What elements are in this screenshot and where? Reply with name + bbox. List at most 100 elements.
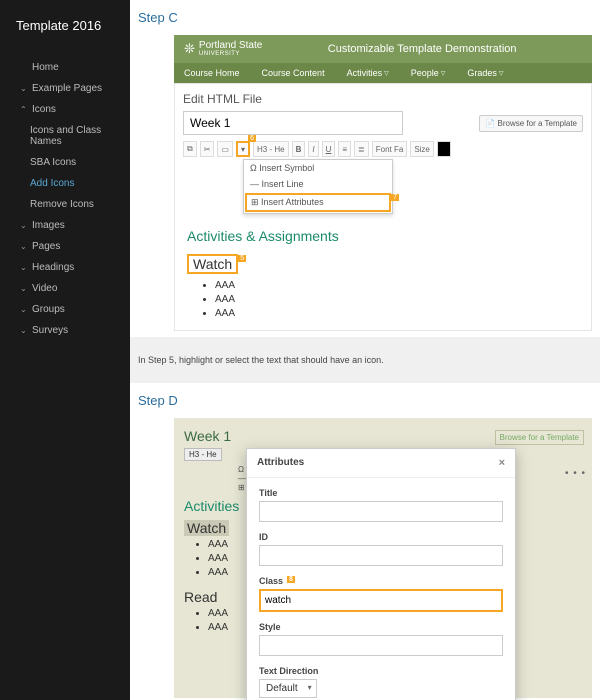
- bold-button[interactable]: B: [292, 141, 306, 157]
- callout-7: 7: [391, 194, 399, 201]
- dd-insert-symbol[interactable]: Ω Insert Symbol: [244, 160, 392, 176]
- label-style: Style: [259, 622, 503, 632]
- screenshot-step-c: ❊ Portland StateUNIVERSITY Customizable …: [174, 35, 592, 331]
- class-field[interactable]: [259, 589, 503, 612]
- chevron-down-icon: ⌄: [20, 242, 28, 251]
- label-title: Title: [259, 488, 503, 498]
- sidebar-item-label: Icons and Class Names: [30, 125, 122, 147]
- dd-label: Insert Line: [262, 179, 304, 189]
- underline-button[interactable]: U: [322, 141, 336, 157]
- editor-area: Edit HTML File Browse for a Template ⧉ ✂…: [174, 83, 592, 331]
- close-icon[interactable]: ×: [499, 457, 505, 469]
- tab-people[interactable]: People▽: [411, 68, 446, 78]
- size-dropdown[interactable]: Size: [410, 141, 434, 157]
- sidebar-item-home[interactable]: Home: [0, 57, 130, 78]
- psu-name: Portland State: [199, 40, 262, 51]
- dropdown-icon: ▽: [499, 70, 504, 77]
- list-item: AAA: [215, 294, 579, 305]
- psu-university: UNIVERSITY: [199, 51, 262, 57]
- dd-insert-attributes[interactable]: ⊞ Insert Attributes7: [245, 193, 391, 212]
- paragraph-button[interactable]: ⧉: [183, 141, 197, 157]
- sidebar-item-video[interactable]: ⌄ Video: [0, 278, 130, 299]
- callout-8: 8: [287, 576, 295, 583]
- sidebar-item-icons[interactable]: ⌃Icons: [0, 99, 130, 120]
- chevron-down-icon: ⌄: [20, 305, 28, 314]
- sidebar-item-pages[interactable]: ⌄ Pages: [0, 236, 130, 257]
- sidebar-item-headings[interactable]: ⌄Headings: [0, 257, 130, 278]
- dd-insert-line[interactable]: ― Insert Line: [244, 176, 392, 192]
- list-button[interactable]: ≣: [354, 141, 369, 157]
- heading-dropdown[interactable]: H3 - He: [253, 141, 289, 157]
- sidebar-item-label: Images: [32, 220, 65, 231]
- editor-title: Edit HTML File: [183, 92, 583, 106]
- sidebar-item-label: Remove Icons: [30, 199, 94, 210]
- insert-dropdown: Ω Insert Symbol ― Insert Line ⊞ Insert A…: [243, 159, 393, 214]
- tab-activities[interactable]: Activities▽: [347, 68, 389, 78]
- sidebar-item-sba-icons[interactable]: SBA Icons: [0, 152, 130, 173]
- font-dropdown[interactable]: Font Fa: [372, 141, 408, 157]
- sidebar-item-surveys[interactable]: ⌄Surveys: [0, 320, 130, 341]
- dropdown-icon: ▽: [384, 70, 389, 77]
- screenshot-step-d: Browse for a Template Week 1 H3 - He • •…: [174, 418, 592, 698]
- title-input[interactable]: [183, 111, 403, 135]
- style-field[interactable]: [259, 635, 503, 656]
- bullet-list: AAA AAA AAA: [215, 280, 579, 319]
- callout-5: 5: [238, 255, 246, 262]
- italic-button[interactable]: I: [308, 141, 318, 157]
- course-tabs: Course Home Course Content Activities▽ P…: [174, 63, 592, 83]
- main-content: Step C ❊ Portland StateUNIVERSITY Custom…: [130, 0, 600, 700]
- chevron-down-icon: ⌄: [20, 284, 28, 293]
- insert-stuff-button[interactable]: ▾6: [236, 141, 250, 157]
- sidebar-item-images[interactable]: ⌄Images: [0, 215, 130, 236]
- tab-course-content[interactable]: Course Content: [262, 68, 325, 78]
- attributes-modal: Attributes × Title ID Class8 Style Text …: [246, 448, 516, 700]
- sidebar-item-label: SBA Icons: [30, 157, 76, 168]
- sidebar-item-icons-class-names[interactable]: Icons and Class Names: [0, 120, 130, 152]
- sidebar-item-remove-icons[interactable]: Remove Icons: [0, 194, 130, 215]
- title-field[interactable]: [259, 501, 503, 522]
- sidebar-item-label: Video: [32, 283, 57, 294]
- site-title: Template 2016: [0, 18, 130, 57]
- browse-template-button[interactable]: Browse for a Template: [479, 115, 583, 132]
- tab-label: Activities: [347, 68, 383, 78]
- psu-logo: ❊ Portland StateUNIVERSITY: [184, 41, 262, 57]
- label-id: ID: [259, 532, 503, 542]
- step-c-heading: Step C: [130, 0, 600, 35]
- step-5-caption: In Step 5, highlight or select the text …: [130, 337, 600, 383]
- text-direction-select[interactable]: Default: [259, 679, 317, 698]
- tab-grades[interactable]: Grades▽: [467, 68, 503, 78]
- sidebar-item-example-pages[interactable]: ⌄Example Pages: [0, 78, 130, 99]
- callout-6: 6: [248, 135, 256, 142]
- tab-label: Course Content: [262, 68, 325, 78]
- indent-button[interactable]: ≡: [338, 141, 351, 157]
- tab-course-home[interactable]: Course Home: [184, 68, 240, 78]
- paste-button[interactable]: ▭: [217, 141, 233, 157]
- browse-template-button[interactable]: Browse for a Template: [495, 430, 584, 445]
- watch-selected: Watch: [184, 520, 229, 536]
- editor-body: Activities & Assignments Watch5 AAA AAA …: [183, 214, 583, 319]
- modal-title: Attributes: [257, 457, 304, 469]
- watch-text: Watch: [193, 256, 232, 272]
- sidebar-item-label: Home: [32, 62, 59, 73]
- id-field[interactable]: [259, 545, 503, 566]
- chevron-down-icon: ⌄: [20, 263, 28, 272]
- list-item: AAA: [215, 280, 579, 291]
- list-item: AAA: [215, 308, 579, 319]
- watch-highlighted: Watch5: [187, 254, 238, 274]
- sidebar-item-add-icons[interactable]: Add Icons: [0, 173, 130, 194]
- cut-button[interactable]: ✂: [200, 141, 215, 157]
- heading-dropdown[interactable]: H3 - He: [184, 448, 222, 461]
- more-icon[interactable]: • • •: [565, 468, 586, 479]
- sidebar-item-groups[interactable]: ⌄Groups: [0, 299, 130, 320]
- sidebar: Template 2016 Home ⌄Example Pages ⌃Icons…: [0, 0, 130, 700]
- color-button[interactable]: [437, 141, 451, 157]
- tab-label: People: [411, 68, 439, 78]
- sidebar-item-label: Add Icons: [30, 178, 74, 189]
- label-class: Class8: [259, 576, 503, 586]
- activities-heading: Activities & Assignments: [187, 228, 579, 244]
- read-heading: Read: [184, 589, 217, 605]
- sidebar-item-label: Pages: [32, 241, 60, 252]
- editor-toolbar: ⧉ ✂ ▭ ▾6 H3 - He B I U ≡ ≣ Font Fa Size: [183, 141, 583, 157]
- tab-label: Course Home: [184, 68, 240, 78]
- dd-label: Insert Symbol: [259, 163, 314, 173]
